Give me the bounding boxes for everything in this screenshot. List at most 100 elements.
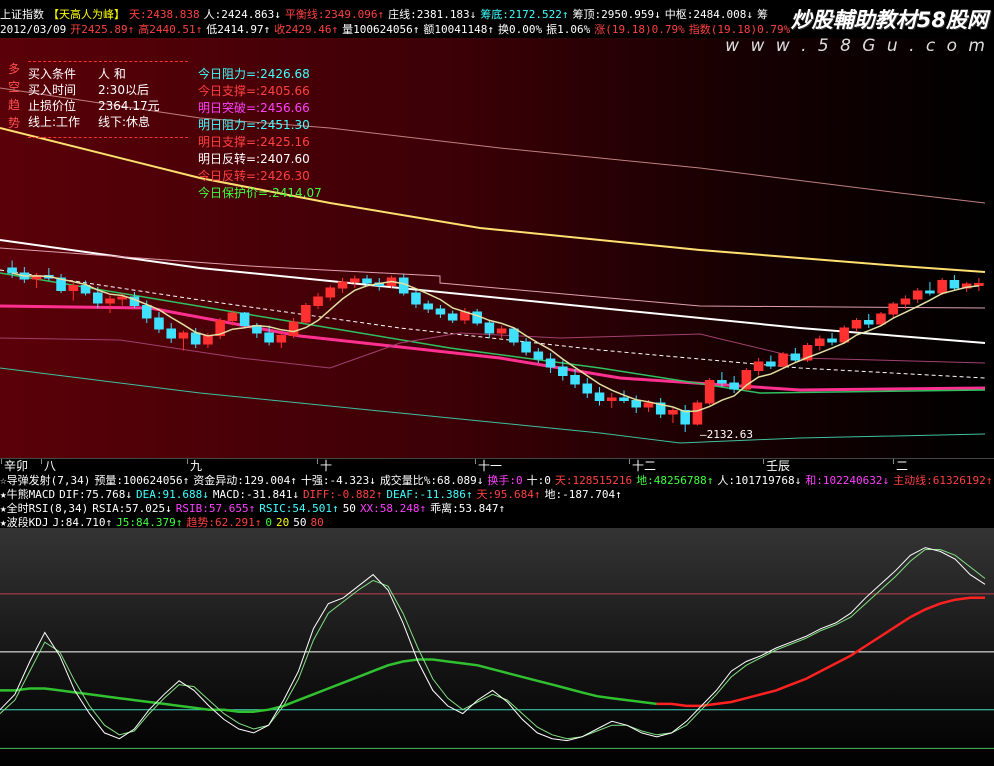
candle-body xyxy=(68,285,79,291)
cyan-bottom-line xyxy=(0,367,986,444)
price-level: 今日反转=:2426.30 xyxy=(198,169,310,183)
time-label: 辛卯 xyxy=(4,459,29,473)
missile-field-11: 主动线:61326192↑ xyxy=(893,474,993,487)
candle-body xyxy=(105,298,115,304)
header-field-5: 庄线:2381.183↓ xyxy=(388,8,477,21)
condition-value: 2364.17元 xyxy=(98,99,160,113)
candle-body xyxy=(668,410,678,415)
candle-body xyxy=(717,380,727,384)
candle-body xyxy=(766,361,776,367)
candle-body xyxy=(447,313,458,321)
time-tick xyxy=(475,459,476,464)
condition-value: 人 和 xyxy=(98,67,126,81)
price-level: 今日保护价=:2414.07 xyxy=(198,186,322,200)
kdj-oscillator-svg xyxy=(0,547,994,749)
candle-body xyxy=(154,317,164,330)
candle-body xyxy=(92,292,103,304)
candle-body xyxy=(349,278,360,283)
missile-field-0: ☆导弹发射(7,34) xyxy=(0,474,91,487)
candle-body xyxy=(117,296,128,300)
price-level: 今日阻力=:2426.68 xyxy=(198,67,310,81)
candle-body xyxy=(411,292,421,305)
candle-body xyxy=(692,402,703,425)
candle-body xyxy=(619,397,629,401)
divider-top xyxy=(28,61,188,62)
condition-row: 买入时间 2:30以后 xyxy=(28,82,160,98)
buy-conditions-box: 买入条件 人 和买入时间 2:30以后 止损价位 2364.17元 线上:工作 线下:休息 xyxy=(28,66,160,130)
condition-row: 买入条件 人 和 xyxy=(28,66,160,82)
quote-field-1: 开2425.89↑ xyxy=(70,23,135,36)
candle-body xyxy=(313,296,323,306)
candle-body xyxy=(741,370,752,390)
missile-field-9: 人:101719768↓ xyxy=(717,474,802,487)
condition-row: 止损价位 2364.17元 xyxy=(28,98,160,114)
time-label: 十一 xyxy=(478,459,503,473)
indicator-row-missile[interactable]: ☆导弹发射(7,34) 预量:100624056↑ 资金异动:129.004↑ 十强:… xyxy=(0,474,994,487)
condition-key: 线上:工作 xyxy=(28,115,81,129)
candle-body xyxy=(484,322,495,334)
time-label: 二 xyxy=(896,459,909,473)
indicator-row-macd[interactable]: ★牛熊MACD DIF:75.768↓ DEA:91.688↓ MACD:-31.84… xyxy=(0,488,994,501)
candle-body xyxy=(790,353,801,361)
stock-chart-window: { "header": { "row1": [ {"t":"上证指数","c":… xyxy=(0,0,994,766)
candle-body xyxy=(533,351,544,360)
candle-body xyxy=(301,305,311,323)
price-level: 明日突破=:2456.66 xyxy=(198,101,310,115)
time-tick xyxy=(1,459,2,464)
rsi-field-6: 乖离:53.847↑ xyxy=(430,502,506,515)
watermark-title: 炒股輔助教材58股网 xyxy=(790,8,988,32)
kdj-oscillator-panel[interactable] xyxy=(0,528,994,766)
candle-body xyxy=(827,338,837,343)
candle-body xyxy=(190,332,201,345)
candle-body xyxy=(606,397,617,401)
time-label: 八 xyxy=(44,459,57,473)
candle-body xyxy=(753,361,764,371)
indicator-row-rsi[interactable]: ★全时RSI(8,34) RSIA:57.025↓ RSIB:57.655↑ RSIC… xyxy=(0,502,994,515)
missile-field-3: 十强:-4.323↓ xyxy=(300,474,376,487)
rsi-field-4: 50 xyxy=(342,502,356,515)
macd-field-0: ★牛熊MACD xyxy=(0,488,56,501)
candle-body xyxy=(851,320,862,329)
condition-row: 线上:工作 线下:休息 xyxy=(28,114,160,130)
candle-body xyxy=(815,338,825,346)
magenta-ma-line xyxy=(0,304,986,392)
candle-body xyxy=(521,341,531,353)
rsi-field-1: RSIA:57.025↓ xyxy=(92,502,172,515)
candle-body xyxy=(239,312,250,326)
header-field-0: 上证指数 xyxy=(0,8,44,21)
time-label: 九 xyxy=(190,459,203,473)
macd-field-6: 天:95.684↑ xyxy=(476,488,541,501)
candle-body xyxy=(288,321,299,336)
candle-body xyxy=(839,327,850,343)
price-level: 明日反转=:2407.60 xyxy=(198,152,310,166)
time-tick xyxy=(893,459,894,464)
candle-body xyxy=(141,305,152,319)
candle-body xyxy=(423,303,433,310)
candle-body xyxy=(435,308,446,315)
trend-line-green xyxy=(0,658,657,713)
time-tick xyxy=(41,459,42,464)
condition-key: 买入时间 xyxy=(28,83,77,97)
j5-line xyxy=(0,549,986,740)
rsi-field-5: XX:58.248↑ xyxy=(359,502,427,515)
candle-body xyxy=(937,280,947,294)
header-field-3: 人:2424.863↓ xyxy=(203,8,281,21)
condition-value: 2:30以后 xyxy=(98,83,149,97)
time-axis: 辛卯 八 九 十 十一 十二 壬辰 二 xyxy=(0,458,994,473)
rsi-field-3: RSIC:54.501↑ xyxy=(259,502,339,515)
candle-body xyxy=(582,383,593,394)
quote-field-3: 低2414.97↑ xyxy=(206,23,271,36)
candle-body xyxy=(778,353,788,367)
candle-body xyxy=(325,287,336,298)
rsi-field-0: ★全时RSI(8,34) xyxy=(0,502,89,515)
quote-field-6: 额10041148↑ xyxy=(423,23,495,36)
candle-body xyxy=(594,392,605,401)
low-price-label: —2132.63 xyxy=(700,428,753,441)
divider-bottom xyxy=(28,137,188,138)
time-tick xyxy=(763,459,764,464)
quote-field-5: 量100624056↑ xyxy=(342,23,420,36)
missile-field-5: 换手:0 xyxy=(487,474,523,487)
candle-body xyxy=(264,332,274,343)
time-label: 十 xyxy=(320,459,333,473)
candle-body xyxy=(509,328,519,343)
